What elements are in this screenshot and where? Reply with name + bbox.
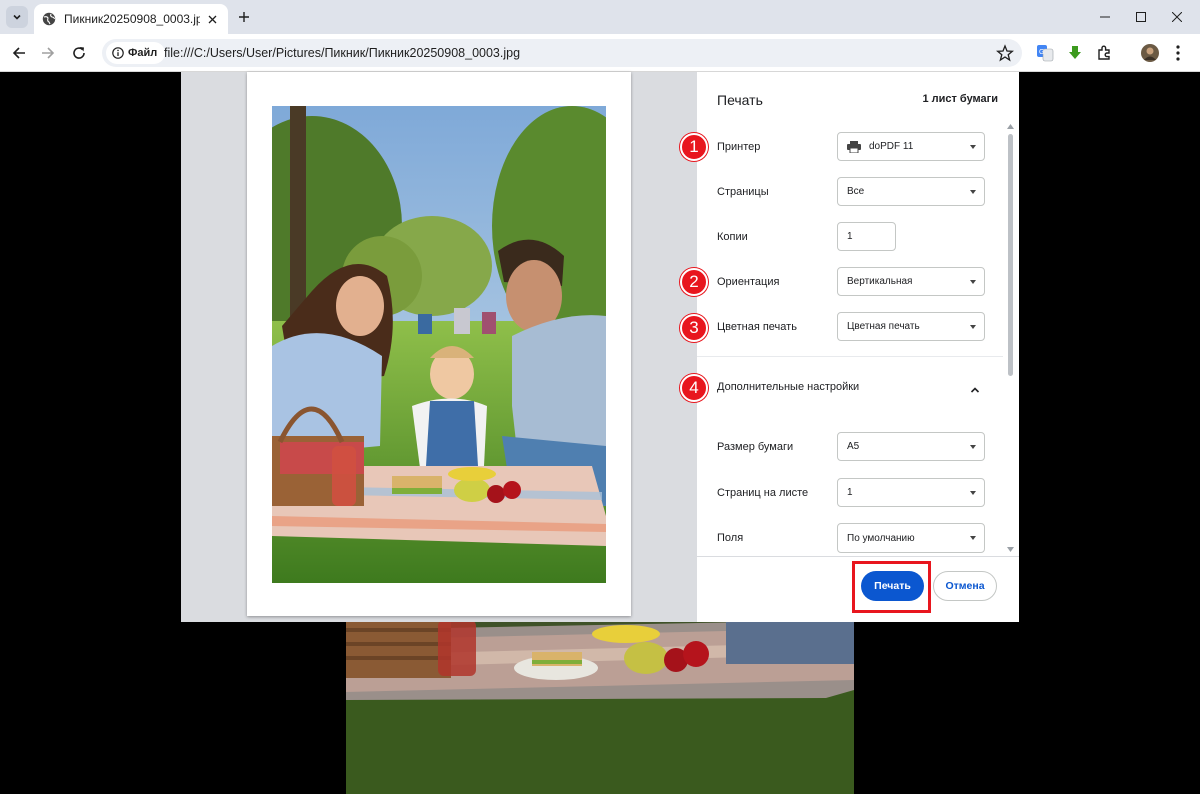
dropdown-arrow-icon [970, 536, 976, 540]
sheet-count: 1 лист бумаги [922, 93, 998, 105]
close-icon [208, 15, 216, 23]
advanced-settings-toggle[interactable]: Дополнительные настройки [717, 381, 859, 393]
background-image-viewer [346, 620, 854, 794]
chevron-down-icon [13, 14, 21, 20]
margins-select-value: По умолчанию [847, 532, 915, 544]
arrow-right-icon [42, 47, 55, 59]
dropdown-arrow-icon [970, 190, 976, 194]
dropdown-arrow-icon [970, 325, 976, 329]
orientation-select-value: Вертикальная [847, 276, 913, 287]
extensions-puzzle-icon[interactable] [1095, 43, 1115, 63]
browser-toolbar: Файл file:///C:/Users/User/Pictures/Пикн… [0, 34, 1200, 72]
forward-button[interactable] [37, 42, 59, 64]
color-select-value: Цветная печать [847, 321, 920, 332]
printer-label: Принтер [717, 141, 761, 153]
chevron-up-icon[interactable] [969, 384, 981, 396]
print-title: Печать [717, 92, 763, 108]
tab-strip: Пикник20250908_0003.jpg (17 [0, 0, 1200, 34]
annotation-badge-4: 4 [680, 374, 708, 402]
address-bar[interactable]: Файл file:///C:/Users/User/Pictures/Пикн… [102, 39, 1022, 67]
url-text[interactable]: file:///C:/Users/User/Pictures/Пикник/Пи… [164, 46, 520, 60]
print-preview-area [181, 72, 697, 622]
pages-per-sheet-label: Страниц на листе [717, 487, 809, 499]
tab-close-button[interactable] [204, 11, 220, 27]
scroll-down-icon[interactable] [1007, 547, 1014, 552]
new-tab-button[interactable] [234, 7, 254, 27]
back-button[interactable] [8, 42, 30, 64]
dropdown-arrow-icon [970, 445, 976, 449]
annotation-badge-3: 3 [680, 314, 708, 342]
close-window-button[interactable] [1154, 0, 1200, 34]
info-icon [112, 47, 124, 59]
download-extension-icon[interactable] [1065, 43, 1085, 63]
pages-per-sheet-select-value: 1 [847, 487, 853, 498]
scrollbar-thumb[interactable] [1008, 134, 1013, 376]
maximize-icon [1136, 12, 1146, 22]
dropdown-arrow-icon [970, 280, 976, 284]
copies-label: Копии [717, 231, 748, 243]
bookmark-star-icon[interactable] [996, 44, 1014, 62]
reload-icon [73, 47, 85, 59]
margins-select[interactable]: По умолчанию [837, 523, 985, 553]
dropdown-arrow-icon [970, 145, 976, 149]
site-info-label: Файл [128, 47, 158, 59]
settings-scrollbar[interactable] [1006, 124, 1014, 554]
scroll-up-icon[interactable] [1007, 124, 1014, 129]
margins-label: Поля [717, 532, 744, 544]
pages-select[interactable]: Все [837, 177, 985, 206]
globe-icon [42, 12, 56, 26]
paper-size-select-value: A5 [847, 441, 860, 452]
color-label: Цветная печать [717, 321, 797, 333]
preview-photo [272, 106, 606, 583]
menu-kebab-icon[interactable] [1168, 43, 1188, 63]
footer-divider [697, 556, 1019, 557]
picnic-photo [272, 106, 606, 583]
site-info-chip[interactable]: Файл [106, 42, 166, 64]
print-button-highlight [852, 561, 931, 613]
arrow-left-icon [12, 47, 25, 59]
translate-extension-icon[interactable]: G [1035, 43, 1055, 63]
section-divider [697, 356, 1003, 357]
picnic-photo-bottom [346, 620, 854, 794]
minimize-icon [1100, 16, 1110, 18]
annotation-badge-2: 2 [680, 268, 708, 296]
paper-size-label: Размер бумаги [717, 441, 794, 453]
pages-per-sheet-select[interactable]: 1 [837, 478, 985, 507]
close-icon [1172, 12, 1182, 22]
printer-select[interactable]: doPDF 11 [837, 132, 985, 161]
pages-select-value: Все [847, 186, 865, 197]
color-select[interactable]: Цветная печать [837, 312, 985, 341]
svg-text:G: G [1039, 49, 1044, 56]
orientation-select[interactable]: Вертикальная [837, 267, 985, 296]
tab-title: Пикник20250908_0003.jpg (17 [64, 12, 200, 26]
tab-search-button[interactable] [6, 6, 28, 28]
print-dialog: Печать 1 лист бумаги Принтер doPDF 11 Ст… [181, 72, 1019, 622]
browser-tab[interactable]: Пикник20250908_0003.jpg (17 [34, 4, 228, 34]
reload-button[interactable] [68, 42, 90, 64]
paper-size-select[interactable]: A5 [837, 432, 985, 461]
print-settings-panel: Печать 1 лист бумаги Принтер doPDF 11 Ст… [697, 72, 1019, 622]
pages-label: Страницы [717, 186, 769, 198]
orientation-label: Ориентация [717, 276, 780, 288]
profile-avatar[interactable] [1140, 43, 1160, 63]
plus-icon [239, 12, 249, 22]
dropdown-arrow-icon [970, 491, 976, 495]
preview-page [247, 72, 631, 616]
printer-icon [847, 140, 861, 153]
cancel-button[interactable]: Отмена [933, 571, 997, 601]
printer-select-value: doPDF 11 [869, 141, 914, 152]
annotation-badge-1: 1 [680, 133, 708, 161]
copies-input[interactable]: 1 [837, 222, 896, 251]
